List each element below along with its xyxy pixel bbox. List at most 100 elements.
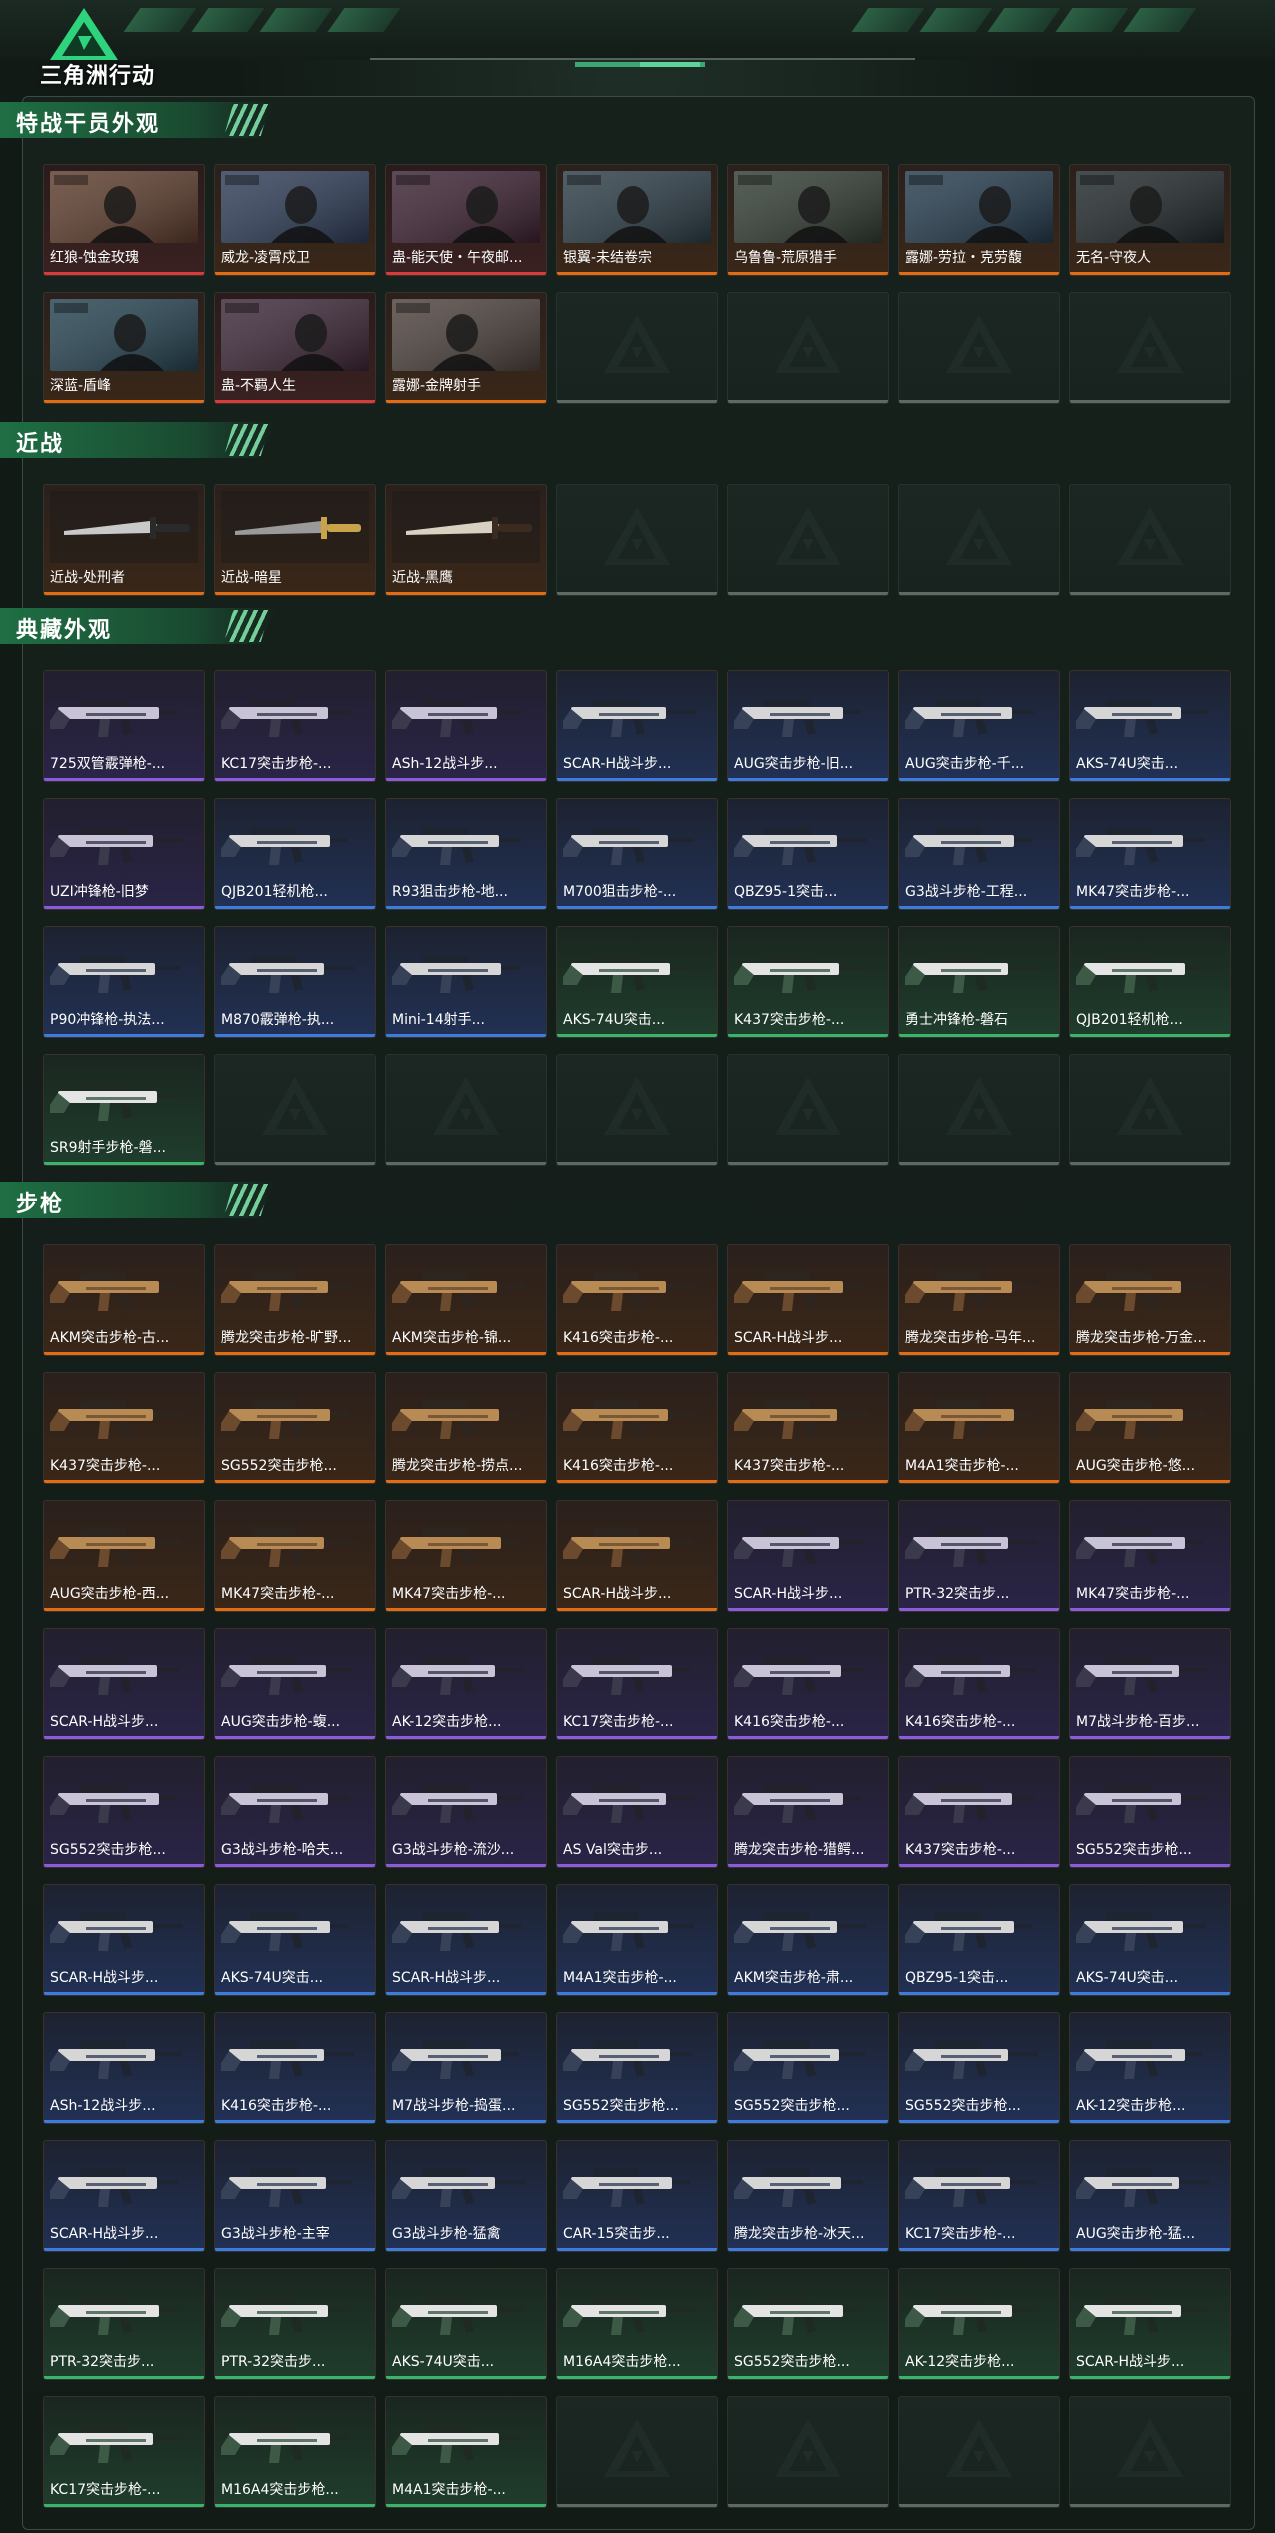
weapon-skin-card[interactable]: SCAR-H战斗步... (1069, 2268, 1231, 2380)
weapon-skin-card[interactable]: 腾龙突击步枪-马年... (898, 1244, 1060, 1356)
weapon-skin-card[interactable]: K437突击步枪-... (727, 926, 889, 1038)
weapon-skin-card[interactable]: K416突击步枪-... (556, 1372, 718, 1484)
weapon-skin-card[interactable]: K416突击步枪-... (898, 1628, 1060, 1740)
weapon-skin-card[interactable]: KC17突击步枪-... (43, 2396, 205, 2508)
melee-skin-card[interactable]: 近战-暗星 (214, 484, 376, 596)
weapon-skin-card[interactable]: AUG突击步枪-猛... (1069, 2140, 1231, 2252)
weapon-skin-card[interactable]: K416突击步枪-... (556, 1244, 718, 1356)
weapon-skin-card[interactable]: SCAR-H战斗步... (385, 1884, 547, 1996)
weapon-skin-card[interactable]: SCAR-H战斗步... (556, 670, 718, 782)
weapon-skin-card[interactable]: PTR-32突击步... (43, 2268, 205, 2380)
operator-skin-card[interactable]: 蛊-能天使・午夜邮... (385, 164, 547, 276)
weapon-skin-card[interactable]: SG552突击步枪... (1069, 1756, 1231, 1868)
weapon-skin-card[interactable]: K437突击步枪-... (43, 1372, 205, 1484)
weapon-skin-card[interactable]: SCAR-H战斗步... (727, 1244, 889, 1356)
weapon-skin-card[interactable]: M16A4突击步枪... (556, 2268, 718, 2380)
weapon-skin-card[interactable]: SG552突击步枪... (727, 2012, 889, 2124)
operator-skin-card[interactable]: 露娜-劳拉・克劳馥 (898, 164, 1060, 276)
weapon-skin-card[interactable]: ASh-12战斗步... (385, 670, 547, 782)
weapon-skin-card[interactable]: M870霰弹枪-执... (214, 926, 376, 1038)
weapon-skin-card[interactable]: AKM突击步枪-肃... (727, 1884, 889, 1996)
weapon-skin-card[interactable]: QBZ95-1突击... (898, 1884, 1060, 1996)
weapon-skin-card[interactable]: G3战斗步枪-流沙... (385, 1756, 547, 1868)
operator-skin-card[interactable]: 露娜-金牌射手 (385, 292, 547, 404)
operator-skin-card[interactable]: 银翼-未结卷宗 (556, 164, 718, 276)
weapon-skin-card[interactable]: AKM突击步枪-古... (43, 1244, 205, 1356)
weapon-skin-card[interactable]: M16A4突击步枪... (214, 2396, 376, 2508)
weapon-skin-card[interactable]: MK47突击步枪-... (1069, 1500, 1231, 1612)
weapon-skin-card[interactable]: AKS-74U突击... (1069, 670, 1231, 782)
operator-skin-card[interactable]: 威龙-凌霄戍卫 (214, 164, 376, 276)
weapon-skin-card[interactable]: K416突击步枪-... (727, 1628, 889, 1740)
weapon-skin-card[interactable]: QJB201轻机枪... (214, 798, 376, 910)
weapon-skin-card[interactable]: AKS-74U突击... (556, 926, 718, 1038)
weapon-skin-card[interactable]: 腾龙突击步枪-捞点... (385, 1372, 547, 1484)
weapon-skin-card[interactable]: 腾龙突击步枪-猎鳄... (727, 1756, 889, 1868)
weapon-skin-card[interactable]: ASh-12战斗步... (43, 2012, 205, 2124)
weapon-skin-card[interactable]: AKM突击步枪-锦... (385, 1244, 547, 1356)
weapon-skin-card[interactable]: MK47突击步枪-... (1069, 798, 1231, 910)
weapon-skin-card[interactable]: AKS-74U突击... (1069, 1884, 1231, 1996)
weapon-skin-card[interactable]: AKS-74U突击... (385, 2268, 547, 2380)
weapon-skin-card[interactable]: AUG突击步枪-蝮... (214, 1628, 376, 1740)
weapon-skin-card[interactable]: KC17突击步枪-... (214, 670, 376, 782)
weapon-skin-card[interactable]: AS Val突击步... (556, 1756, 718, 1868)
weapon-skin-card[interactable]: 腾龙突击步枪-冰天... (727, 2140, 889, 2252)
weapon-skin-card[interactable]: SG552突击步枪... (727, 2268, 889, 2380)
weapon-skin-card[interactable]: MK47突击步枪-... (385, 1500, 547, 1612)
weapon-skin-card[interactable]: SCAR-H战斗步... (43, 1884, 205, 1996)
weapon-skin-card[interactable]: SCAR-H战斗步... (43, 2140, 205, 2252)
operator-skin-card[interactable]: 无名-守夜人 (1069, 164, 1231, 276)
weapon-skin-card[interactable]: AUG突击步枪-西... (43, 1500, 205, 1612)
weapon-skin-card[interactable]: QBZ95-1突击... (727, 798, 889, 910)
weapon-skin-card[interactable]: UZI冲锋枪-旧梦 (43, 798, 205, 910)
weapon-skin-card[interactable]: K437突击步枪-... (727, 1372, 889, 1484)
weapon-skin-card[interactable]: 勇士冲锋枪-磐石 (898, 926, 1060, 1038)
weapon-skin-card[interactable]: M4A1突击步枪-... (556, 1884, 718, 1996)
operator-skin-card[interactable]: 蛊-不羁人生 (214, 292, 376, 404)
operator-skin-card[interactable]: 深蓝-盾峰 (43, 292, 205, 404)
weapon-skin-card[interactable]: 725双管霰弹枪-... (43, 670, 205, 782)
operator-skin-card[interactable]: 红狼-蚀金玫瑰 (43, 164, 205, 276)
weapon-skin-card[interactable]: K416突击步枪-... (214, 2012, 376, 2124)
weapon-skin-card[interactable]: M7战斗步枪-捣蛋... (385, 2012, 547, 2124)
weapon-skin-card[interactable]: AK-12突击步枪... (1069, 2012, 1231, 2124)
weapon-skin-card[interactable]: SCAR-H战斗步... (727, 1500, 889, 1612)
weapon-skin-card[interactable]: G3战斗步枪-主宰 (214, 2140, 376, 2252)
weapon-skin-card[interactable]: SG552突击步枪... (556, 2012, 718, 2124)
weapon-skin-card[interactable]: M700狙击步枪-... (556, 798, 718, 910)
weapon-skin-card[interactable]: QJB201轻机枪... (1069, 926, 1231, 1038)
weapon-skin-card[interactable]: PTR-32突击步... (214, 2268, 376, 2380)
weapon-skin-card[interactable]: G3战斗步枪-猛禽 (385, 2140, 547, 2252)
weapon-skin-card[interactable]: SG552突击步枪... (214, 1372, 376, 1484)
weapon-skin-card[interactable]: KC17突击步枪-... (556, 1628, 718, 1740)
weapon-skin-card[interactable]: CAR-15突击步... (556, 2140, 718, 2252)
weapon-skin-card[interactable]: M4A1突击步枪-... (385, 2396, 547, 2508)
weapon-skin-card[interactable]: MK47突击步枪-... (214, 1500, 376, 1612)
weapon-skin-card[interactable]: M4A1突击步枪-... (898, 1372, 1060, 1484)
weapon-skin-card[interactable]: R93狙击步枪-地... (385, 798, 547, 910)
weapon-skin-card[interactable]: K437突击步枪-... (898, 1756, 1060, 1868)
weapon-skin-card[interactable]: M7战斗步枪-百步... (1069, 1628, 1231, 1740)
weapon-skin-card[interactable]: P90冲锋枪-执法... (43, 926, 205, 1038)
weapon-skin-card[interactable]: 腾龙突击步枪-旷野... (214, 1244, 376, 1356)
melee-skin-card[interactable]: 近战-黑鹰 (385, 484, 547, 596)
weapon-skin-card[interactable]: KC17突击步枪-... (898, 2140, 1060, 2252)
weapon-skin-card[interactable]: SG552突击步枪... (43, 1756, 205, 1868)
weapon-skin-card[interactable]: AK-12突击步枪... (385, 1628, 547, 1740)
weapon-skin-card[interactable]: AK-12突击步枪... (898, 2268, 1060, 2380)
weapon-skin-card[interactable]: G3战斗步枪-工程... (898, 798, 1060, 910)
weapon-skin-card[interactable]: AKS-74U突击... (214, 1884, 376, 1996)
weapon-skin-card[interactable]: SCAR-H战斗步... (43, 1628, 205, 1740)
weapon-skin-card[interactable]: AUG突击步枪-悠... (1069, 1372, 1231, 1484)
weapon-skin-card[interactable]: 腾龙突击步枪-万金... (1069, 1244, 1231, 1356)
weapon-skin-card[interactable]: PTR-32突击步... (898, 1500, 1060, 1612)
weapon-skin-card[interactable]: SR9射手步枪-磐... (43, 1054, 205, 1166)
weapon-skin-card[interactable]: G3战斗步枪-哈夫... (214, 1756, 376, 1868)
weapon-skin-card[interactable]: AUG突击步枪-千... (898, 670, 1060, 782)
weapon-skin-card[interactable]: AUG突击步枪-旧... (727, 670, 889, 782)
weapon-skin-card[interactable]: Mini-14射手... (385, 926, 547, 1038)
melee-skin-card[interactable]: 近战-处刑者 (43, 484, 205, 596)
weapon-skin-card[interactable]: SG552突击步枪... (898, 2012, 1060, 2124)
weapon-skin-card[interactable]: SCAR-H战斗步... (556, 1500, 718, 1612)
